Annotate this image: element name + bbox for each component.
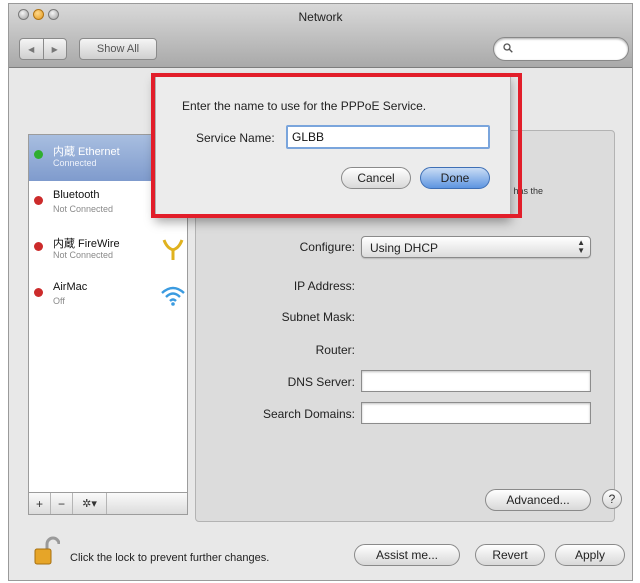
subnet-mask-label: Subnet Mask: — [281, 310, 355, 324]
service-list-controls: + − ✲▾ — [28, 493, 188, 515]
service-name: 内蔵 FireWire — [53, 238, 120, 250]
revert-button[interactable]: Revert — [475, 544, 545, 566]
cancel-button[interactable]: Cancel — [341, 167, 411, 189]
dns-server-label: DNS Server: — [287, 375, 355, 389]
back-button[interactable]: ◀ — [20, 39, 43, 59]
help-button[interactable]: ? — [602, 489, 622, 509]
advanced-button[interactable]: Advanced... — [485, 489, 591, 511]
service-name-label: Service Name: — [196, 131, 275, 145]
service-status: Connected — [53, 158, 97, 168]
dns-server-field[interactable] — [361, 370, 591, 392]
configure-label: Configure: — [299, 240, 355, 254]
chevron-left-icon: ◀ — [28, 44, 35, 54]
lock-message: Click the lock to prevent further change… — [70, 552, 270, 564]
select-arrows-icon: ▲ ▼ — [577, 238, 585, 255]
search-domains-label: Search Domains: — [262, 407, 355, 421]
service-status: Not Connected — [53, 204, 114, 214]
gear-icon[interactable]: ✲▾ — [73, 493, 107, 514]
title-bar: Network ◀ ▶ Show All — [9, 4, 632, 68]
window-title: Network — [298, 10, 343, 24]
service-name: 内蔵 Ethernet — [53, 146, 120, 158]
status-dot — [34, 196, 43, 205]
search-input[interactable] — [493, 37, 629, 61]
apply-button[interactable]: Apply — [555, 544, 625, 566]
status-dot — [34, 288, 43, 297]
lock-icon[interactable] — [34, 536, 60, 566]
pppoe-service-sheet: Enter the name to use for the PPPoE Serv… — [155, 76, 511, 218]
done-button[interactable]: Done — [420, 167, 490, 189]
assist-me-button[interactable]: Assist me... — [354, 544, 460, 566]
service-name: Bluetooth — [53, 189, 100, 201]
router-label: Router: — [315, 343, 355, 357]
wifi-icon — [161, 286, 185, 306]
show-all-button[interactable]: Show All — [79, 38, 157, 60]
ip-address-label: IP Address: — [293, 279, 355, 293]
service-name-input[interactable]: GLBB — [286, 125, 490, 149]
sidebar-item-airmac[interactable]: AirMac Off — [29, 273, 187, 319]
network-window: Network ◀ ▶ Show All 内蔵 Ethernet Connect… — [8, 3, 633, 581]
sheet-message: Enter the name to use for the PPPoE Serv… — [182, 99, 427, 113]
configure-value: Using DHCP — [370, 241, 439, 255]
service-name: AirMac — [53, 281, 88, 293]
configure-select[interactable]: Using DHCP ▲ ▼ — [361, 236, 591, 258]
status-dot — [34, 150, 43, 159]
firewire-icon — [162, 239, 184, 260]
status-dot — [34, 242, 43, 251]
back-forward-control: ◀ ▶ — [19, 38, 67, 60]
sidebar-item-firewire[interactable]: 内蔵 FireWire Not Connected — [29, 227, 187, 273]
forward-button[interactable]: ▶ — [42, 39, 67, 59]
search-icon — [503, 43, 513, 53]
chevron-right-icon: ▶ — [51, 44, 58, 54]
service-status: Not Connected — [53, 250, 114, 260]
search-domains-field[interactable] — [361, 402, 591, 424]
add-service-button[interactable]: + — [29, 493, 51, 514]
service-status: Off — [53, 296, 65, 306]
remove-service-button[interactable]: − — [51, 493, 73, 514]
